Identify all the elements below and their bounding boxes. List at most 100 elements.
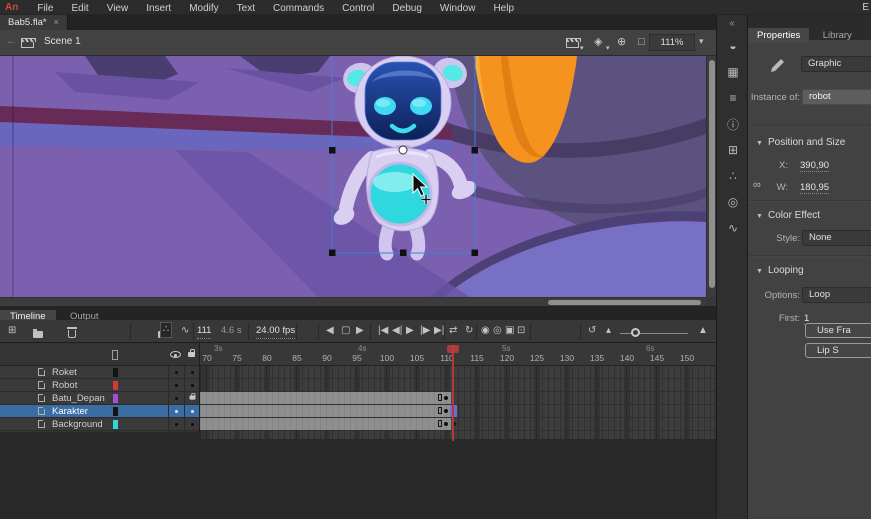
clip-content-icon[interactable]: □ xyxy=(638,35,645,49)
motion-editor-panel-icon[interactable]: ∿ xyxy=(717,215,749,241)
delete-layer-icon[interactable] xyxy=(68,330,76,338)
menu-item-control[interactable]: Control xyxy=(333,3,383,14)
transform-point[interactable] xyxy=(399,146,407,154)
frame-size-large-icon[interactable]: ▲ xyxy=(698,324,708,338)
edit-scene-dropdown-icon[interactable]: ▾ xyxy=(580,42,584,56)
layer-row-roket[interactable]: Roket xyxy=(0,366,199,379)
menu-item-commands[interactable]: Commands xyxy=(264,3,333,14)
edit-symbols-icon[interactable]: ◈ xyxy=(594,35,602,49)
lock-column-lock-icon[interactable] xyxy=(188,352,195,357)
layer-parenting-icon[interactable]: ∴ xyxy=(160,322,172,338)
tab-library[interactable]: Library xyxy=(814,28,861,43)
menu-item-debug[interactable]: Debug xyxy=(383,3,430,14)
current-frame-indicator[interactable]: 111 xyxy=(197,324,211,339)
layer-visibility-dot[interactable] xyxy=(175,371,178,374)
instance-name-field[interactable]: robot xyxy=(802,89,871,105)
stage-canvas[interactable] xyxy=(0,56,706,297)
zoom-dropdown-icon[interactable]: ▾ xyxy=(699,36,704,47)
layer-lock-icon[interactable] xyxy=(190,395,196,399)
close-document-icon[interactable]: × xyxy=(54,17,59,27)
color-effect-section-header[interactable]: Color Effect xyxy=(768,210,820,221)
disclosure-triangle-icon[interactable]: ▼ xyxy=(756,268,763,275)
frame-size-small-icon[interactable]: ▴ xyxy=(606,324,611,338)
outline-color-column-icon[interactable] xyxy=(112,350,118,360)
layer-color-swatch[interactable] xyxy=(113,394,118,403)
hscroll-thumb[interactable] xyxy=(548,300,701,305)
frames-row-background[interactable] xyxy=(200,418,716,431)
layer-color-swatch[interactable] xyxy=(113,368,118,377)
layer-visibility-dot[interactable] xyxy=(175,397,178,400)
visibility-column-eye-icon[interactable] xyxy=(170,351,181,358)
menu-item-insert[interactable]: Insert xyxy=(137,3,180,14)
use-frame-picker-button[interactable]: Use Fra xyxy=(805,323,871,338)
playhead-line[interactable] xyxy=(452,345,454,441)
layer-visibility-dot[interactable] xyxy=(175,423,178,426)
new-layer-icon[interactable]: ⊞ xyxy=(8,324,16,338)
layer-row-karakter[interactable]: Karakter xyxy=(0,405,199,418)
move-playhead-icon[interactable]: ⇄ xyxy=(449,324,457,338)
frames-row-robot[interactable] xyxy=(200,379,716,392)
play-icon[interactable]: ▶ xyxy=(406,324,414,338)
symbol-type-dropdown[interactable]: Graphic xyxy=(801,56,871,72)
workspace-switcher-button[interactable]: E xyxy=(862,0,869,15)
menu-item-modify[interactable]: Modify xyxy=(180,3,227,14)
layer-lock-dot[interactable] xyxy=(191,384,194,387)
frames-row-roket[interactable] xyxy=(200,366,716,379)
swatches-panel-icon[interactable]: ▦ xyxy=(717,59,749,85)
back-arrow-icon[interactable]: ← xyxy=(6,35,17,47)
layer-visibility-dot[interactable] xyxy=(175,410,178,413)
go-last-frame-icon[interactable]: ▶| xyxy=(434,324,444,338)
collapse-dock-icon[interactable]: « xyxy=(717,15,747,33)
timeline-zoom-knob[interactable] xyxy=(631,328,640,337)
style-dropdown[interactable]: None xyxy=(802,230,871,246)
disclosure-triangle-icon[interactable]: ▼ xyxy=(756,213,763,220)
align-panel-icon[interactable]: ≡ xyxy=(717,85,749,111)
stage-zoom-level[interactable]: 111% xyxy=(649,34,695,51)
layer-depth-icon[interactable]: ∿ xyxy=(181,324,189,338)
w-value[interactable]: 180,95 xyxy=(800,182,829,194)
x-value[interactable]: 390,90 xyxy=(800,160,829,172)
info-panel-icon[interactable]: ⓘ xyxy=(717,111,749,137)
document-tab[interactable]: Bab5.fla*× xyxy=(0,15,68,30)
prev-frame-icon[interactable]: ◀| xyxy=(392,324,402,338)
layer-lock-dot[interactable] xyxy=(191,423,194,426)
frames-row-karakter[interactable] xyxy=(200,405,716,418)
menu-item-text[interactable]: Text xyxy=(228,3,264,14)
menu-item-help[interactable]: Help xyxy=(484,3,523,14)
menu-item-window[interactable]: Window xyxy=(431,3,485,14)
color-panel-icon[interactable]: ◒ xyxy=(717,33,749,59)
menu-item-edit[interactable]: Edit xyxy=(62,3,97,14)
vscroll-thumb[interactable] xyxy=(709,60,715,288)
frames-row-batu_depan[interactable] xyxy=(200,392,716,405)
layer-row-batu_depan[interactable]: Batu_Depan xyxy=(0,392,199,405)
stage-vertical-scrollbar[interactable] xyxy=(706,56,716,297)
layer-row-robot[interactable]: Robot xyxy=(0,379,199,392)
frames-pane[interactable]: 3s4s5s6s70758085909510010511011512012513… xyxy=(200,343,716,440)
menu-item-file[interactable]: File xyxy=(28,3,62,14)
center-frame-icon[interactable]: ▢ xyxy=(341,324,350,338)
position-size-section-header[interactable]: Position and Size xyxy=(768,137,845,148)
center-stage-icon[interactable]: ⊕ xyxy=(617,35,626,49)
layer-lock-dot[interactable] xyxy=(191,371,194,374)
layer-visibility-dot[interactable] xyxy=(175,384,178,387)
onion-outline-icon[interactable]: ◎ xyxy=(493,324,502,338)
looping-section-header[interactable]: Looping xyxy=(768,265,804,276)
step-back-icon[interactable]: ◀ xyxy=(326,324,334,338)
playhead-marker[interactable] xyxy=(447,345,459,353)
layer-color-swatch[interactable] xyxy=(113,381,118,390)
disclosure-triangle-icon[interactable]: ▼ xyxy=(756,140,763,147)
lip-sync-button[interactable]: Lip S xyxy=(805,343,871,358)
menu-item-view[interactable]: View xyxy=(98,3,138,14)
layer-color-swatch[interactable] xyxy=(113,407,118,416)
edit-symbols-dropdown-icon[interactable]: ▾ xyxy=(606,42,610,56)
layer-color-swatch[interactable] xyxy=(113,420,118,429)
tab-properties[interactable]: Properties xyxy=(748,28,809,43)
layer-lock-dot[interactable] xyxy=(191,410,194,413)
reset-timeline-zoom-icon[interactable]: ↺ xyxy=(588,324,596,338)
edit-multiple-frames-icon[interactable]: ▣ xyxy=(505,324,514,338)
new-folder-icon[interactable] xyxy=(33,331,43,338)
layer-row-background[interactable]: Background xyxy=(0,418,199,431)
stage-horizontal-scrollbar[interactable] xyxy=(0,297,706,306)
loop-options-dropdown[interactable]: Loop xyxy=(802,287,871,303)
modify-markers-icon[interactable]: ⊡ xyxy=(517,324,525,338)
